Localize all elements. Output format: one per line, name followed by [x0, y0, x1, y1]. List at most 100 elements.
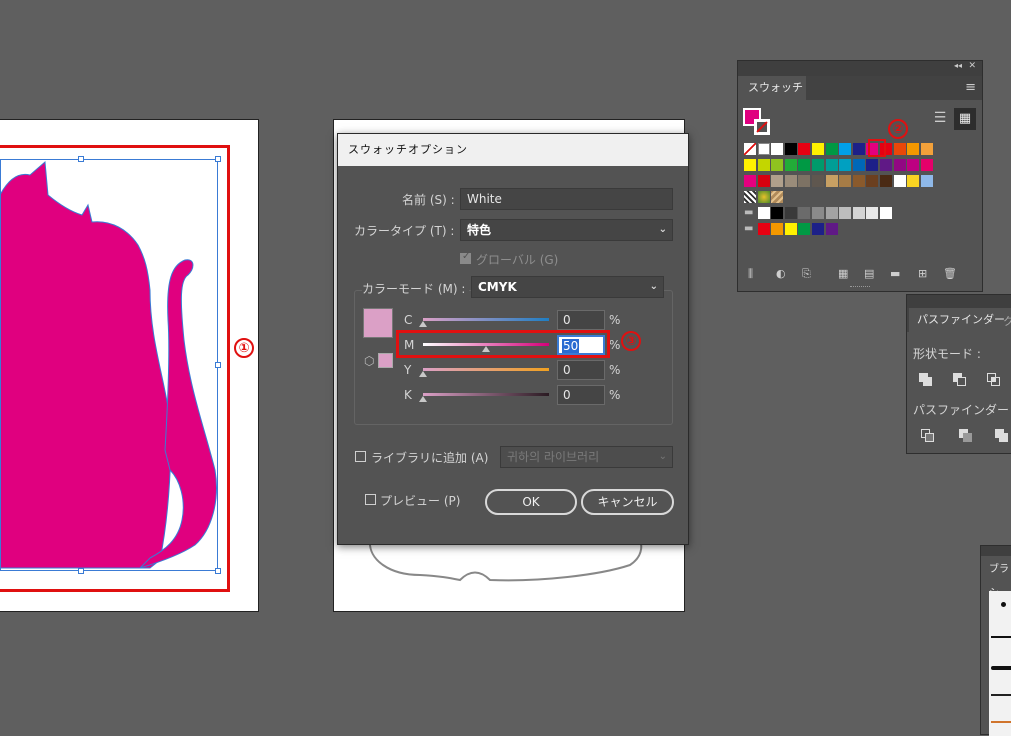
trash-icon[interactable]: 🗑: [943, 267, 957, 280]
stroke-swatch[interactable]: [754, 119, 770, 135]
swatch-chip[interactable]: [866, 207, 879, 219]
swatch-chip[interactable]: [771, 143, 784, 155]
swatch-chip[interactable]: [839, 175, 852, 187]
swatch-chip[interactable]: [798, 143, 811, 155]
channel-k-input[interactable]: 0: [557, 385, 605, 405]
channel-y-thumb[interactable]: [419, 371, 427, 377]
channel-k-thumb[interactable]: [419, 396, 427, 402]
swatch-chip[interactable]: [784, 159, 797, 171]
color-mode-select[interactable]: CMYK ⌄: [471, 276, 664, 298]
swatch-chip[interactable]: [866, 159, 879, 171]
swatch-chip[interactable]: [920, 159, 933, 171]
merge-icon[interactable]: [995, 429, 1009, 443]
swatch-chip[interactable]: [757, 159, 770, 171]
swatch-chip[interactable]: [907, 159, 920, 171]
swatch-chip[interactable]: [812, 223, 824, 235]
swatch-chip[interactable]: [880, 159, 892, 171]
swatch-chip[interactable]: [757, 175, 770, 187]
swatch-chip[interactable]: [812, 159, 824, 171]
channel-y-slider[interactable]: [423, 368, 549, 371]
name-input[interactable]: White: [460, 188, 673, 210]
swatch-chip[interactable]: [784, 143, 797, 155]
edit-group-icon[interactable]: ▤: [864, 267, 874, 280]
swatch-options-icon[interactable]: ⎘: [802, 267, 811, 281]
swatch-chip[interactable]: [866, 175, 879, 187]
brush-item[interactable]: [991, 694, 1011, 696]
unite-icon[interactable]: [919, 373, 933, 387]
library-checkbox[interactable]: [355, 451, 366, 462]
swatch-chip[interactable]: [825, 175, 838, 187]
swatch-chip[interactable]: [757, 223, 770, 235]
brush-item[interactable]: [991, 721, 1011, 723]
swatch-chip[interactable]: [852, 175, 865, 187]
brush-item[interactable]: [991, 636, 1011, 638]
preview-checkbox[interactable]: [365, 494, 376, 505]
channel-c-slider[interactable]: [423, 318, 549, 321]
swatch-chip[interactable]: [744, 191, 756, 203]
swatch-chip[interactable]: [771, 191, 784, 203]
swatch-chip[interactable]: [744, 143, 756, 155]
swatch-chip[interactable]: [852, 159, 865, 171]
swatch-chip[interactable]: [757, 191, 770, 203]
close-icon[interactable]: ✕: [968, 61, 976, 71]
swatch-chip[interactable]: [839, 159, 852, 171]
swatch-chip[interactable]: [771, 175, 784, 187]
library-select[interactable]: 귀하의 라이브러리 ⌄: [500, 446, 673, 468]
color-type-select[interactable]: 特色 ⌄: [460, 219, 673, 241]
swatch-chip[interactable]: [771, 207, 784, 219]
swatch-chip[interactable]: [880, 175, 892, 187]
swatch-chip[interactable]: [744, 175, 756, 187]
minus-front-icon[interactable]: [953, 373, 967, 387]
swatch-chip[interactable]: [757, 143, 770, 155]
swatch-chip[interactable]: [784, 175, 797, 187]
swatch-chip[interactable]: [798, 175, 811, 187]
swatch-chip[interactable]: [825, 223, 838, 235]
swatch-chip[interactable]: [812, 175, 824, 187]
swatch-chip[interactable]: [880, 207, 892, 219]
swatch-chip[interactable]: [744, 159, 756, 171]
swatch-chip[interactable]: [852, 207, 865, 219]
panel-menu-icon[interactable]: ≡: [965, 80, 976, 95]
global-checkbox[interactable]: ✓: [460, 251, 471, 264]
intersect-icon[interactable]: [987, 373, 1001, 387]
library-icon[interactable]: ⫼: [748, 267, 753, 281]
swatch-chip[interactable]: [798, 207, 811, 219]
brush-item[interactable]: [1001, 602, 1006, 607]
tab-swatches[interactable]: スウォッチ: [740, 76, 811, 100]
tab-pathfinder[interactable]: パスファインダー: [909, 308, 1011, 332]
swatch-chip[interactable]: [825, 207, 838, 219]
swatch-chip[interactable]: [852, 143, 865, 155]
swatch-chip[interactable]: [839, 207, 852, 219]
list-view-icon[interactable]: ☰: [930, 108, 950, 128]
swatch-chip[interactable]: [798, 223, 811, 235]
channel-y-input[interactable]: 0: [557, 360, 605, 380]
swatch-chip[interactable]: [907, 175, 920, 187]
trim-icon[interactable]: [959, 429, 973, 443]
swatch-chip[interactable]: [893, 175, 906, 187]
swatch-chip[interactable]: [757, 207, 770, 219]
swatch-chip[interactable]: [920, 143, 933, 155]
panel-resize-grip[interactable]: [850, 286, 870, 290]
brush-item[interactable]: [991, 666, 1011, 670]
swatch-chip[interactable]: [839, 143, 852, 155]
swatch-chip[interactable]: [907, 143, 920, 155]
color-group-icon[interactable]: ▦: [838, 267, 848, 280]
divide-icon[interactable]: [921, 429, 935, 443]
ok-button[interactable]: OK: [485, 489, 577, 515]
collapse-icon[interactable]: ◂◂: [954, 61, 962, 70]
swatch-chip[interactable]: [893, 159, 906, 171]
new-swatch-icon[interactable]: ⊞: [918, 267, 927, 280]
swatch-chip[interactable]: [920, 175, 933, 187]
channel-k-slider[interactable]: [423, 393, 549, 396]
swatch-chip[interactable]: [784, 223, 797, 235]
swatch-chip[interactable]: [893, 143, 906, 155]
swatch-chip[interactable]: [784, 207, 797, 219]
swatch-chip[interactable]: [798, 159, 811, 171]
grid-view-icon[interactable]: ▦: [954, 108, 976, 130]
channel-c-thumb[interactable]: [419, 321, 427, 327]
new-folder-icon[interactable]: ▬: [890, 267, 900, 280]
tab-other[interactable]: ク: [1003, 313, 1011, 329]
show-kinds-icon[interactable]: ◐: [776, 267, 786, 280]
swatch-chip[interactable]: [825, 159, 838, 171]
cancel-button[interactable]: キャンセル: [581, 489, 674, 515]
